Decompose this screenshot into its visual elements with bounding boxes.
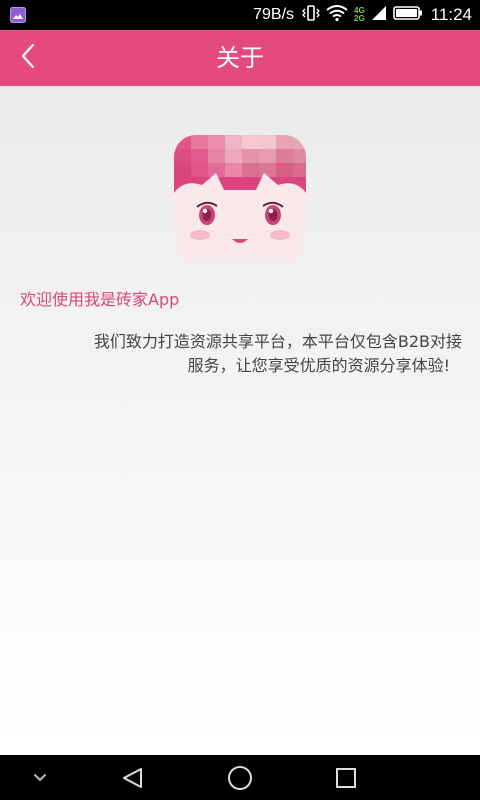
signal-icon: [371, 5, 387, 26]
description: 我们致力打造资源共享平台，本平台仅包含B2B对接 服务，让您享受优质的资源分享体…: [22, 330, 462, 378]
back-triangle-icon[interactable]: [103, 755, 163, 800]
chevron-down-icon[interactable]: [10, 755, 70, 800]
chevron-left-icon: [20, 43, 36, 73]
description-line-2: 服务，让您享受优质的资源分享体验!: [187, 356, 450, 375]
clock: 11:24: [430, 5, 472, 24]
gallery-icon: [10, 7, 26, 23]
wifi-icon: [326, 4, 348, 26]
page-title: 关于: [216, 44, 264, 72]
navigation-bar: [0, 755, 480, 800]
description-line-1: 我们致力打造资源共享平台，本平台仅包含B2B对接: [93, 332, 462, 351]
net-speed: 79B/s: [253, 6, 295, 23]
status-bar: 79B/s 4G 2G 11:24: [0, 0, 480, 30]
vibrate-icon: [302, 4, 320, 26]
recents-square-icon[interactable]: [316, 755, 376, 800]
welcome-text: 欢迎使用我是砖家App: [20, 290, 180, 309]
network-type: 4G 2G: [354, 6, 365, 23]
back-button[interactable]: [8, 38, 48, 78]
about-content: 欢迎使用我是砖家App 我们致力打造资源共享平台，本平台仅包含B2B对接 服务，…: [0, 86, 480, 755]
app-logo: [174, 135, 306, 261]
home-circle-icon[interactable]: [210, 755, 270, 800]
app-header: 关于: [0, 30, 480, 86]
battery-icon: [392, 5, 423, 26]
